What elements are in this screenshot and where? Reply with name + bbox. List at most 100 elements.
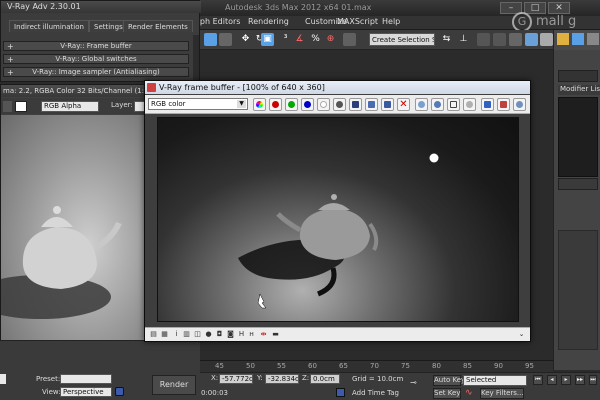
- auto-key-button[interactable]: Auto Key: [433, 375, 465, 386]
- vfb-render-view[interactable]: [157, 117, 519, 322]
- red-channel-button[interactable]: [269, 98, 282, 111]
- curve-editor-icon[interactable]: [493, 33, 506, 46]
- track-mouse-icon[interactable]: [415, 98, 428, 111]
- watermark-logo-icon: G: [512, 12, 532, 32]
- angle-snap-icon[interactable]: ∡: [293, 33, 306, 46]
- snap-icon[interactable]: ³: [279, 33, 292, 46]
- film-icon[interactable]: ▬: [271, 330, 280, 339]
- curves-icon[interactable]: ◙: [226, 330, 235, 339]
- create-tab-icon[interactable]: [557, 33, 569, 45]
- go-to-end-icon[interactable]: ⏭: [589, 375, 597, 385]
- render-button[interactable]: Render: [152, 375, 196, 395]
- exposure-icon[interactable]: ●: [204, 330, 213, 339]
- green-channel-button[interactable]: [285, 98, 298, 111]
- material-editor-icon[interactable]: [525, 33, 538, 46]
- select-object-icon[interactable]: [204, 33, 217, 46]
- go-to-start-icon[interactable]: ⏮: [533, 375, 543, 385]
- stereo-icon[interactable]: ⇹: [259, 330, 268, 339]
- selection-set-dropdown[interactable]: Create Selection Se: [369, 33, 435, 46]
- vfb-channel-dropdown[interactable]: RGB color ▼: [148, 98, 248, 110]
- srgb-icon[interactable]: ◫: [193, 330, 202, 339]
- display-channel-dropdown[interactable]: RGB Alpha: [41, 101, 99, 112]
- modifier-list-dropdown[interactable]: Modifier List: [558, 85, 600, 95]
- alpha-channel-button[interactable]: [317, 98, 330, 111]
- spinner-snap-icon[interactable]: ⊕: [324, 33, 337, 46]
- key-mode-dropdown[interactable]: Selected: [463, 375, 527, 386]
- clear-image-icon[interactable]: ✕: [397, 98, 410, 111]
- tab-settings[interactable]: Settings: [89, 20, 128, 32]
- rendered-frame-window: ma: 2.2, RGBA Color 32 Bits/Channel (1:1…: [0, 84, 147, 380]
- scale-icon[interactable]: ▣: [261, 33, 274, 46]
- duplicate-to-max-fb-icon[interactable]: [381, 98, 394, 111]
- next-frame-icon[interactable]: ▸▸: [575, 375, 585, 385]
- layer-manager-icon[interactable]: [477, 33, 490, 46]
- named-selection-icon[interactable]: [343, 33, 356, 46]
- timeline-tick: 45: [215, 362, 224, 370]
- channel-icon[interactable]: [3, 101, 12, 112]
- lut-icon[interactable]: ʜ: [247, 330, 256, 339]
- teapot-render-icon[interactable]: [513, 98, 526, 111]
- tab-render-elements[interactable]: Render Elements: [123, 20, 193, 32]
- align-icon[interactable]: ⊥: [457, 33, 470, 46]
- key-filter-icon[interactable]: ∿: [465, 388, 475, 398]
- modifier-stack-controls[interactable]: [558, 178, 598, 190]
- schematic-view-icon[interactable]: [509, 33, 522, 46]
- timeline[interactable]: 45 50 55 60 65 70 75 80 85 90 95: [200, 360, 553, 372]
- color-corrections-icon[interactable]: [481, 98, 494, 111]
- time-tag-icon[interactable]: [336, 388, 345, 397]
- monochrome-button[interactable]: [333, 98, 346, 111]
- production-dropdown[interactable]: [0, 374, 6, 384]
- show-corrections-icon[interactable]: ▤: [149, 330, 158, 339]
- teapot-render: [1, 206, 122, 319]
- rollout-global-switches[interactable]: + V-Ray:: Global switches: [3, 54, 189, 64]
- tab-indirect-illumination[interactable]: Indirect illumination: [9, 20, 89, 32]
- menu-graph-editors[interactable]: aph Editors: [195, 17, 240, 26]
- timeline-tick: 50: [246, 362, 255, 370]
- render-setup-icon[interactable]: [540, 33, 553, 46]
- expand-toolbar-icon[interactable]: ⌄: [517, 330, 526, 339]
- lock-view-icon[interactable]: [115, 387, 124, 396]
- menu-maxscript[interactable]: MAXScript: [337, 17, 378, 26]
- pixel-info-icon[interactable]: ▥: [182, 330, 191, 339]
- modify-tab-icon[interactable]: [572, 33, 584, 45]
- view-dropdown[interactable]: Perspective: [60, 387, 112, 397]
- menu-help[interactable]: Help: [382, 17, 400, 26]
- z-coordinate-field[interactable]: 0.0cm: [310, 374, 340, 384]
- select-region-icon[interactable]: [219, 33, 232, 46]
- render-setup-scrollbar[interactable]: [193, 35, 199, 81]
- mirror-icon[interactable]: ⇆: [440, 33, 453, 46]
- levels-icon[interactable]: ◘: [215, 330, 224, 339]
- vfb-bottom-toolbar: ▤ ▦ i ▥ ◫ ● ◘ ◙ H ʜ ⇹ ▬ ⌄: [145, 327, 530, 341]
- set-key-button[interactable]: Set Key: [433, 388, 461, 399]
- info-icon[interactable]: i: [172, 330, 181, 339]
- hierarchy-tab-icon[interactable]: [587, 33, 599, 45]
- preset-label: Preset:: [36, 375, 61, 383]
- rgb-view-button[interactable]: [253, 98, 266, 111]
- save-image-icon[interactable]: [349, 98, 362, 111]
- chevron-down-icon: ▼: [237, 100, 246, 108]
- hsl-icon[interactable]: H: [237, 330, 246, 339]
- key-filters-button[interactable]: Key Filters...: [480, 388, 524, 399]
- play-icon[interactable]: ▸: [561, 375, 571, 385]
- y-coordinate-field[interactable]: -32.834cm: [265, 374, 299, 384]
- add-time-tag[interactable]: Add Time Tag: [352, 389, 399, 397]
- lens-effects-icon[interactable]: [497, 98, 510, 111]
- preset-dropdown[interactable]: [60, 374, 112, 384]
- object-name-field[interactable]: [558, 70, 598, 82]
- color-swatch[interactable]: [15, 101, 27, 112]
- x-coordinate-field[interactable]: -57.772cm: [219, 374, 253, 384]
- percent-snap-icon[interactable]: %: [309, 33, 322, 46]
- link-to-max-fb-icon[interactable]: [463, 98, 476, 111]
- load-image-icon[interactable]: [365, 98, 378, 111]
- blue-channel-button[interactable]: [301, 98, 314, 111]
- history-icon[interactable]: ▦: [160, 330, 169, 339]
- rollout-frame-buffer[interactable]: + V-Ray:: Frame buffer: [3, 41, 189, 51]
- render-last-icon[interactable]: [431, 98, 444, 111]
- previous-frame-icon[interactable]: ◂: [547, 375, 557, 385]
- rollout-image-sampler[interactable]: + V-Ray:: Image sampler (Antialiasing): [3, 67, 189, 77]
- move-icon[interactable]: ✥: [239, 33, 252, 46]
- key-icon[interactable]: ⊸: [410, 378, 426, 387]
- modifier-stack[interactable]: [558, 97, 598, 177]
- menu-rendering[interactable]: Rendering: [248, 17, 289, 26]
- region-render-icon[interactable]: [447, 98, 460, 111]
